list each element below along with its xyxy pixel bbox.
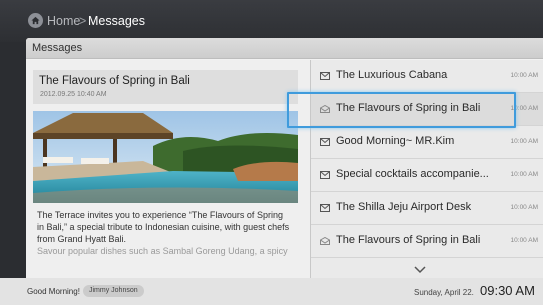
message-date: 2012.09.25 10:40 AM <box>40 91 107 98</box>
status-bar: Good Morning! Jimmy Johnson Sunday, Apri… <box>0 278 543 305</box>
message-subject: The Flavours of Spring in Bali <box>336 234 481 246</box>
breadcrumb-home[interactable]: Home <box>47 14 80 28</box>
panel-title: Messages <box>32 42 83 54</box>
user-name-badge[interactable]: Jimmy Johnson <box>83 285 144 297</box>
message-subject: The Luxurious Cabana <box>336 69 448 81</box>
message-time: 10:00 AM <box>510 72 538 79</box>
breadcrumb-separator: > <box>79 14 87 28</box>
greeting-text: Good Morning! <box>27 287 80 296</box>
message-time: 10:00 AM <box>510 237 538 244</box>
message-time: 10:00 AM <box>510 138 538 145</box>
resort-photo <box>33 111 298 203</box>
panel-header: Messages <box>26 38 543 59</box>
message-body-line: from Grand Hyatt Bali. <box>37 234 127 244</box>
envelope-icon <box>320 204 330 212</box>
envelope-icon <box>320 72 330 80</box>
envelope-icon <box>320 171 330 179</box>
chevron-down-icon[interactable] <box>414 266 426 274</box>
message-body: The Terrace invites you to experience “T… <box>37 209 299 257</box>
message-list-item[interactable]: Special cocktails accompanie... 10:00 AM <box>311 159 543 192</box>
message-list-item[interactable]: The Flavours of Spring in Bali 10:00 AM <box>311 225 543 258</box>
message-time: 10:00 AM <box>510 204 538 211</box>
message-body-line: in Bali,” a special tribute to Indonesia… <box>37 222 290 232</box>
message-subject: Special cocktails accompanie... <box>336 168 489 180</box>
messages-panel: Messages The Flavours of Spring in Bali … <box>26 38 543 278</box>
home-icon[interactable] <box>28 13 43 28</box>
current-date: Sunday, April 22. <box>414 288 474 297</box>
message-subject: The Shilla Jeju Airport Desk <box>336 201 472 213</box>
message-detail: The Flavours of Spring in Bali 2012.09.2… <box>26 60 310 278</box>
message-subject: Good Morning~ MR.Kim <box>336 135 455 147</box>
message-title: The Flavours of Spring in Bali <box>39 75 190 87</box>
current-time: 09:30 AM <box>480 283 535 298</box>
message-list-item[interactable]: The Shilla Jeju Airport Desk 10:00 AM <box>311 192 543 225</box>
message-list-item[interactable]: Good Morning~ MR.Kim 10:00 AM <box>311 126 543 159</box>
message-time: 10:00 AM <box>510 171 538 178</box>
message-list-item[interactable]: The Luxurious Cabana 10:00 AM <box>311 60 543 93</box>
message-body-line: Savour popular dishes such as Sambal Gor… <box>37 246 288 256</box>
top-bar: Home > Messages <box>0 0 543 42</box>
envelope-open-icon <box>320 237 330 245</box>
breadcrumb-current: Messages <box>88 14 145 28</box>
envelope-icon <box>320 138 330 146</box>
selection-highlight <box>287 92 516 128</box>
message-header: The Flavours of Spring in Bali 2012.09.2… <box>33 70 298 104</box>
message-body-line: The Terrace invites you to experience “T… <box>37 210 283 220</box>
